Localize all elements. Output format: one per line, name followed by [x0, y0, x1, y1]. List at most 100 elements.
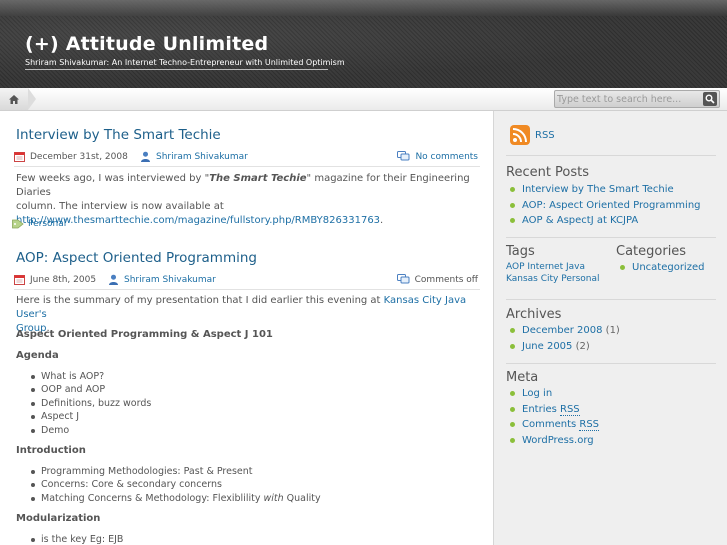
post-author: Shriram Shivakumar: [108, 274, 216, 285]
rss-abbr: RSS: [560, 403, 580, 416]
author-link[interactable]: Shriram Shivakumar: [124, 275, 216, 285]
list-item: Demo: [30, 424, 151, 437]
meta-title: Meta: [506, 370, 539, 385]
home-button[interactable]: [0, 88, 28, 110]
list-item: Aspect J: [30, 410, 151, 423]
section-heading: Modularization: [16, 513, 101, 524]
rss-link[interactable]: RSS: [535, 130, 555, 141]
tag-icon: [12, 219, 24, 229]
body-text: Few weeks ago, I was interviewed by ": [16, 173, 210, 184]
description-underline: [25, 69, 328, 70]
home-icon: [9, 94, 19, 104]
divider: [506, 363, 716, 364]
post-title[interactable]: Interview by The Smart Techie: [16, 127, 221, 143]
site-description: Shriram Shivakumar: An Internet Techno-E…: [25, 58, 345, 67]
post-comments: Comments off: [396, 274, 478, 285]
user-icon: [109, 274, 118, 285]
section-heading: Agenda: [16, 350, 59, 361]
tag-cloud-link[interactable]: Internet: [527, 262, 563, 272]
comments-link[interactable]: No comments: [415, 152, 478, 162]
rss-abbr: RSS: [579, 419, 600, 431]
archive-item: December 2008 (1): [506, 323, 620, 339]
post-comments: No comments: [397, 151, 478, 162]
category-link[interactable]: Uncategorized: [632, 262, 704, 273]
calendar-icon: [14, 275, 25, 285]
site-title[interactable]: (+) Attitude Unlimited: [25, 33, 268, 55]
tag-cloud-link[interactable]: Kansas City: [506, 274, 558, 284]
author-link[interactable]: Shriram Shivakumar: [156, 152, 248, 162]
login-link[interactable]: Log in: [522, 388, 552, 399]
archives-list: December 2008 (1) June 2005 (2): [506, 323, 620, 354]
site-header: (+) Attitude Unlimited Shriram Shivakuma…: [0, 0, 727, 88]
comments-rss-link[interactable]: Comments RSS: [522, 419, 600, 431]
rss-icon: [510, 125, 530, 145]
interview-link[interactable]: http://www.thesmarttechie.com/magazine/f…: [16, 215, 380, 226]
divider: [506, 155, 716, 156]
comment-icon: [396, 274, 410, 284]
recent-posts-list: Interview by The Smart Techie AOP: Aspec…: [506, 182, 701, 229]
recent-post-item: Interview by The Smart Techie: [506, 182, 701, 198]
magazine-name: The Smart Techie: [209, 173, 307, 184]
recent-post-link[interactable]: AOP: Aspect Oriented Programming: [522, 200, 701, 211]
post-tags: Personal: [12, 219, 66, 229]
rss-feed[interactable]: RSS: [510, 125, 555, 145]
archives-title: Archives: [506, 307, 562, 322]
tag-cloud: AOP Internet Java Kansas City Personal: [506, 261, 616, 285]
meta-link-text: Entries: [522, 403, 561, 415]
search-button[interactable]: [703, 92, 717, 106]
list-item: Matching Concerns & Methodology: Flexibl…: [30, 492, 321, 505]
post-date-text: June 8th, 2005: [30, 274, 97, 285]
comments-status: Comments off: [414, 274, 478, 285]
tags-title: Tags: [506, 244, 535, 259]
archive-item: June 2005 (2): [506, 339, 620, 355]
category-item: Uncategorized: [616, 260, 704, 276]
wordpress-link[interactable]: WordPress.org: [522, 435, 594, 446]
recent-post-link[interactable]: AOP & AspectJ at KCJPA: [522, 215, 638, 226]
list-item: OOP and AOP: [30, 383, 151, 396]
list-item-emphasis: with: [263, 492, 284, 504]
sidebar: RSS Recent Posts Interview by The Smart …: [493, 111, 727, 545]
recent-posts-title: Recent Posts: [506, 165, 590, 180]
post-meta: December 31st, 2008 Shriram Shivakumar N…: [14, 151, 480, 167]
nav-bar: [0, 88, 727, 111]
archive-link[interactable]: December 2008: [522, 325, 602, 336]
agenda-list: What is AOP? OOP and AOP Definitions, bu…: [30, 370, 151, 437]
meta-item: Log in: [506, 386, 599, 402]
modularization-list: is the key Eg: EJB: [30, 533, 123, 545]
tag-cloud-link[interactable]: AOP: [506, 262, 525, 272]
calendar-icon: [14, 152, 25, 162]
archive-link[interactable]: June 2005: [522, 341, 572, 352]
tag-cloud-link[interactable]: Personal: [561, 274, 599, 284]
section-heading: Aspect Oriented Programming & Aspect J 1…: [16, 329, 273, 340]
section-heading: Introduction: [16, 445, 86, 456]
recent-post-item: AOP & AspectJ at KCJPA: [506, 213, 701, 229]
list-item: Programming Methodologies: Past & Presen…: [30, 465, 321, 478]
categories-title: Categories: [616, 244, 687, 259]
intro-list: Programming Methodologies: Past & Presen…: [30, 465, 321, 505]
post-title[interactable]: AOP: Aspect Oriented Programming: [16, 250, 257, 266]
list-item-text: Matching Concerns & Methodology: Flexibl…: [41, 492, 264, 504]
tag-cloud-link[interactable]: Java: [566, 262, 585, 272]
list-item-text: Quality: [283, 492, 321, 504]
post-date: December 31st, 2008: [14, 151, 128, 162]
categories-list: Uncategorized: [616, 260, 704, 276]
list-item: is the key Eg: EJB: [30, 533, 123, 545]
entries-rss-link[interactable]: Entries RSS: [522, 403, 580, 416]
meta-item: WordPress.org: [506, 433, 599, 449]
divider: [506, 237, 716, 238]
tag-link[interactable]: Personal: [28, 219, 66, 229]
archive-count: (2): [575, 340, 590, 352]
search-input[interactable]: [557, 92, 699, 106]
post-date-text: December 31st, 2008: [30, 151, 128, 162]
post-body: Few weeks ago, I was interviewed by "The…: [16, 172, 486, 228]
list-item: Concerns: Core & secondary concerns: [30, 478, 321, 491]
list-item: What is AOP?: [30, 370, 151, 383]
post-date: June 8th, 2005: [14, 274, 96, 285]
list-item: Definitions, buzz words: [30, 397, 151, 410]
recent-post-link[interactable]: Interview by The Smart Techie: [522, 184, 674, 195]
post-meta: June 8th, 2005 Shriram Shivakumar Commen…: [14, 274, 480, 290]
meta-link-text: Comments: [522, 419, 580, 430]
recent-post-item: AOP: Aspect Oriented Programming: [506, 198, 701, 214]
divider: [506, 299, 716, 300]
search-box: [554, 90, 720, 108]
